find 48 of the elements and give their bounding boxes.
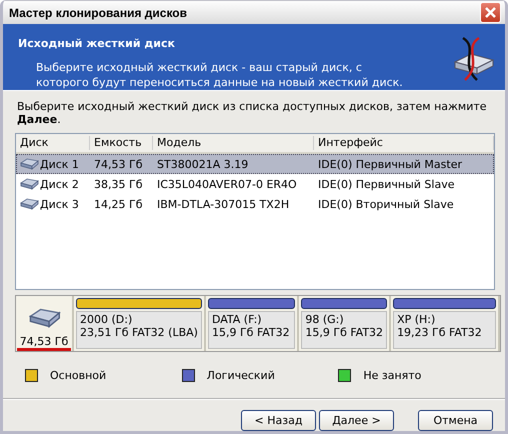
partition-name: DATA (F:) (212, 313, 263, 326)
disk-icon (19, 198, 39, 210)
table-cell-text: 14,25 Гб (93, 198, 144, 210)
column-header[interactable]: Интерфейс (314, 136, 494, 150)
partition[interactable]: XP (H:) 19,23 Гб FAT32 (391, 296, 500, 351)
partition-info: 15,9 Гб FAT32 (305, 326, 384, 339)
column-header[interactable]: Диск (16, 136, 90, 150)
window-title: Мастер клонирования дисков (9, 6, 188, 20)
table-cell: Диск 3 (40, 198, 79, 210)
disk-row[interactable]: Диск 3 14,25 Гб IBM-DTLA-307015 TX2H IDE(0) Вторичный Slave (16, 194, 494, 214)
dialog-button[interactable]: < Назад (241, 410, 316, 431)
partition-info: 15,9 Гб FAT32 (212, 326, 291, 339)
partition-info: 19,23 Гб FAT32 (397, 326, 483, 339)
table-cell-text: IDE(0) Вторичный Slave (317, 198, 455, 210)
disk-size: 74,53 Гб (16, 335, 72, 351)
table-cell-text: IDE(0) Первичный Master (317, 158, 463, 170)
table-cell-text: 38,35 Гб (93, 178, 144, 190)
header-description: Выберите исходный жесткий диск - ваш старый диск, с которого будут переноситься данные на новый жесткий диск. (36, 60, 404, 90)
disk-icon (19, 178, 39, 190)
header-title: Исходный жесткий диск (18, 37, 176, 50)
table-cell-text: 74,53 Гб (93, 158, 144, 170)
column-header[interactable]: Емкость (90, 136, 153, 150)
disk-row[interactable]: Диск 1 74,53 Гб ST380021A 3.19 IDE(0) Первичный Master (16, 154, 494, 174)
table-cell-text: IBM-DTLA-307015 TX2H (156, 198, 290, 210)
table-cell: Диск 2 (40, 178, 79, 190)
disk-icon (19, 158, 39, 170)
disk-icon (27, 307, 61, 329)
partition[interactable]: DATA (F:) 15,9 Гб FAT32 (206, 296, 300, 351)
dialog-button[interactable]: Отмена (418, 410, 493, 431)
partition-info: 23,51 Гб FAT32 (LBA) (80, 326, 198, 339)
instruction-text: Выберите исходный жесткий диск из списка доступных дисков, затем нажмите Далее. (17, 100, 488, 126)
close-icon (484, 6, 497, 19)
table-cell-text: IDE(0) Первичный Slave (317, 178, 456, 190)
close-button[interactable] (480, 2, 501, 23)
column-header[interactable]: Модель (153, 136, 314, 150)
legend-label: Не занято (363, 369, 422, 382)
legend-label: Основной (50, 369, 106, 382)
disk-row[interactable]: Диск 2 38,35 Гб IC35L040AVER07-0 ER4O IDE(0) Первичный Slave (16, 174, 494, 194)
partition-name: 2000 (D:) (80, 313, 134, 326)
partition[interactable]: 98 (G:) 15,9 Гб FAT32 (299, 296, 392, 351)
table-cell-text: ST380021A 3.19 (156, 158, 250, 170)
partition-name: XP (H:) (397, 313, 436, 326)
partition[interactable]: 2000 (D:) 23,51 Гб FAT32 (LBA) (74, 296, 206, 351)
dialog-button[interactable]: Далее > (319, 410, 394, 431)
legend-label: Логический (206, 369, 275, 382)
partition-name: 98 (G:) (305, 313, 345, 326)
table-cell-text: IC35L040AVER07-0 ER4O (156, 178, 298, 190)
table-cell: Диск 1 (40, 158, 79, 170)
